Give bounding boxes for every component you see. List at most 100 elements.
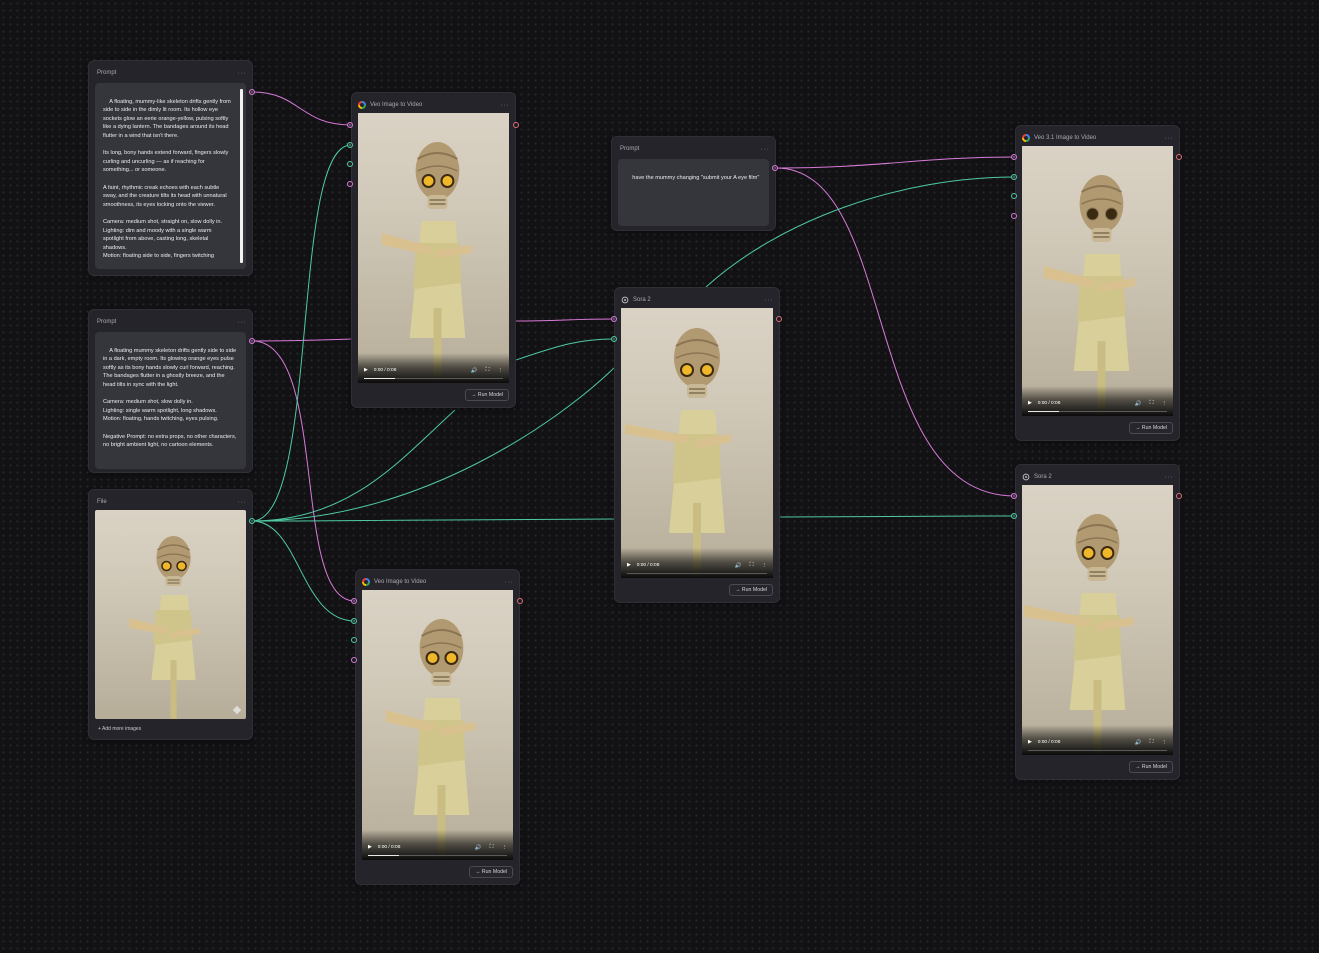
node-header[interactable]: Veo Image to Video ···: [362, 576, 513, 588]
more-options-icon[interactable]: ⋮: [762, 563, 768, 569]
prompt-1-output-port[interactable]: [249, 89, 255, 95]
video-controls: ▶ 0:00 / 0:08 🔊 ⛶ ⋮: [358, 353, 509, 383]
video-time: 0:00 / 0:08: [1037, 401, 1061, 406]
video-progress-bar[interactable]: [1028, 410, 1167, 412]
volume-icon[interactable]: 🔊: [475, 845, 482, 851]
add-more-images-button[interactable]: + Add more images: [98, 726, 141, 732]
fullscreen-icon[interactable]: ⛶: [490, 844, 494, 851]
scrollbar[interactable]: [240, 89, 243, 263]
veo-1-output-port[interactable]: [513, 122, 519, 128]
veo-3-1-image-to-video-node[interactable]: Veo 3.1 Image to Video ··· ▶ 0:00 / 0:08…: [1015, 125, 1180, 441]
veo-1-image-input-port[interactable]: [347, 142, 353, 148]
veo-1-end-image-port[interactable]: [347, 161, 353, 167]
node-header[interactable]: Veo Image to Video ···: [358, 99, 509, 111]
volume-icon[interactable]: 🔊: [471, 368, 478, 374]
veo31-negative-prompt-port[interactable]: [1011, 213, 1017, 219]
more-menu-icon[interactable]: ···: [505, 579, 514, 586]
file-output-port[interactable]: [249, 518, 255, 524]
veo-1-negative-prompt-port[interactable]: [347, 181, 353, 187]
prompt-node-3[interactable]: Prompt ··· have the mummy changing "subm…: [611, 136, 776, 231]
more-options-icon[interactable]: ⋮: [498, 368, 504, 374]
sora-1-prompt-input-port[interactable]: [611, 316, 617, 322]
node-header[interactable]: File ···: [95, 496, 246, 508]
fullscreen-icon[interactable]: ⛶: [1150, 400, 1154, 407]
prompt-node-2[interactable]: Prompt ··· A floating mummy skeleton dri…: [88, 309, 253, 473]
veo31-output-port[interactable]: [1176, 154, 1182, 160]
veo-2-prompt-input-port[interactable]: [351, 598, 357, 604]
veo-2-output-port[interactable]: [517, 598, 523, 604]
veo31-end-image-port[interactable]: [1011, 193, 1017, 199]
veo31-prompt-input-port[interactable]: [1011, 154, 1017, 160]
video-progress-bar[interactable]: [627, 572, 767, 574]
more-options-icon[interactable]: ⋮: [502, 845, 508, 851]
sora-1-image-input-port[interactable]: [611, 336, 617, 342]
prompt-textarea[interactable]: A floating mummy skeleton drifts gently …: [95, 332, 246, 469]
veo-2-negative-prompt-port[interactable]: [351, 657, 357, 663]
sora-2-output-port[interactable]: [1176, 493, 1182, 499]
volume-icon[interactable]: 🔊: [1135, 740, 1142, 746]
more-menu-icon[interactable]: ···: [765, 297, 774, 304]
more-options-icon[interactable]: ⋮: [1162, 740, 1168, 746]
fullscreen-icon[interactable]: ⛶: [1150, 739, 1154, 746]
file-node[interactable]: File ··· + Add more images: [88, 489, 253, 740]
prompt-2-output-port[interactable]: [249, 338, 255, 344]
prompt-textarea[interactable]: A floating, mummy-like skeleton drifts g…: [95, 83, 246, 269]
volume-icon[interactable]: 🔊: [1135, 401, 1142, 407]
play-icon[interactable]: ▶: [364, 368, 368, 373]
more-menu-icon[interactable]: ···: [761, 146, 770, 153]
sora-2-image-input-port[interactable]: [1011, 513, 1017, 519]
play-icon[interactable]: ▶: [368, 845, 372, 850]
video-progress-bar[interactable]: [364, 377, 503, 379]
wire-prompt2-veo2: [251, 340, 356, 602]
sora-2-node-2[interactable]: Sora 2 ··· ▶ 0:00 / 0:08 🔊 ⛶ ⋮ → Run Mod…: [1015, 464, 1180, 780]
prompt-node-1[interactable]: Prompt ··· A floating, mummy-like skelet…: [88, 60, 253, 276]
node-header[interactable]: Veo 3.1 Image to Video ···: [1022, 132, 1173, 144]
more-menu-icon[interactable]: ···: [238, 70, 247, 77]
veo-2-end-image-port[interactable]: [351, 637, 357, 643]
run-model-button[interactable]: → Run Model: [465, 389, 509, 401]
video-player[interactable]: ▶ 0:00 / 0:08 🔊 ⛶ ⋮: [1022, 146, 1173, 416]
veo-2-image-input-port[interactable]: [351, 618, 357, 624]
veo31-image-input-port[interactable]: [1011, 174, 1017, 180]
more-menu-icon[interactable]: ···: [238, 499, 247, 506]
run-model-button[interactable]: → Run Model: [469, 866, 513, 878]
video-player[interactable]: ▶ 0:00 / 0:08 🔊 ⛶ ⋮: [621, 308, 773, 578]
node-title: Veo Image to Video: [370, 102, 423, 108]
veo-1-prompt-input-port[interactable]: [347, 122, 353, 128]
google-icon: [1022, 134, 1030, 142]
sora-1-output-port[interactable]: [776, 316, 782, 322]
prompt-textarea[interactable]: have the mummy changing "submit your A e…: [618, 159, 769, 226]
prompt-3-output-port[interactable]: [772, 165, 778, 171]
play-icon[interactable]: ▶: [627, 563, 631, 568]
sora-2-prompt-input-port[interactable]: [1011, 493, 1017, 499]
more-menu-icon[interactable]: ···: [1165, 135, 1174, 142]
wire-veo1-sora1-green: [515, 338, 615, 361]
openai-icon: [1022, 473, 1030, 481]
video-progress-bar[interactable]: [368, 854, 507, 856]
node-header[interactable]: Prompt ···: [95, 316, 246, 328]
node-header[interactable]: Prompt ···: [618, 143, 769, 155]
veo-image-to-video-node-2[interactable]: Veo Image to Video ··· ▶ 0:00 / 0:08 🔊 ⛶…: [355, 569, 520, 885]
node-header[interactable]: Prompt ···: [95, 67, 246, 79]
video-progress-bar[interactable]: [1028, 749, 1167, 751]
veo-image-to-video-node-1[interactable]: Veo Image to Video ··· ▶ 0:00 / 0:08 🔊 ⛶…: [351, 92, 516, 408]
play-icon[interactable]: ▶: [1028, 740, 1032, 745]
fullscreen-icon[interactable]: ⛶: [750, 562, 754, 569]
node-header[interactable]: Sora 2 ···: [1022, 471, 1173, 483]
run-model-button[interactable]: → Run Model: [1129, 761, 1173, 773]
more-options-icon[interactable]: ⋮: [1162, 401, 1168, 407]
play-icon[interactable]: ▶: [1028, 401, 1032, 406]
volume-icon[interactable]: 🔊: [735, 563, 742, 569]
video-player[interactable]: ▶ 0:00 / 0:08 🔊 ⛶ ⋮: [362, 590, 513, 860]
video-player[interactable]: ▶ 0:00 / 0:08 🔊 ⛶ ⋮: [1022, 485, 1173, 755]
more-menu-icon[interactable]: ···: [1165, 474, 1174, 481]
fullscreen-icon[interactable]: ⛶: [486, 367, 490, 374]
sora-2-node-1[interactable]: Sora 2 ··· ▶ 0:00 / 0:08 🔊 ⛶ ⋮ → Run Mod…: [614, 287, 780, 603]
more-menu-icon[interactable]: ···: [238, 319, 247, 326]
video-player[interactable]: ▶ 0:00 / 0:08 🔊 ⛶ ⋮: [358, 113, 509, 383]
node-header[interactable]: Sora 2 ···: [621, 294, 773, 306]
run-model-button[interactable]: → Run Model: [729, 584, 773, 596]
wire-file-veo1: [251, 144, 352, 522]
run-model-button[interactable]: → Run Model: [1129, 422, 1173, 434]
more-menu-icon[interactable]: ···: [501, 102, 510, 109]
